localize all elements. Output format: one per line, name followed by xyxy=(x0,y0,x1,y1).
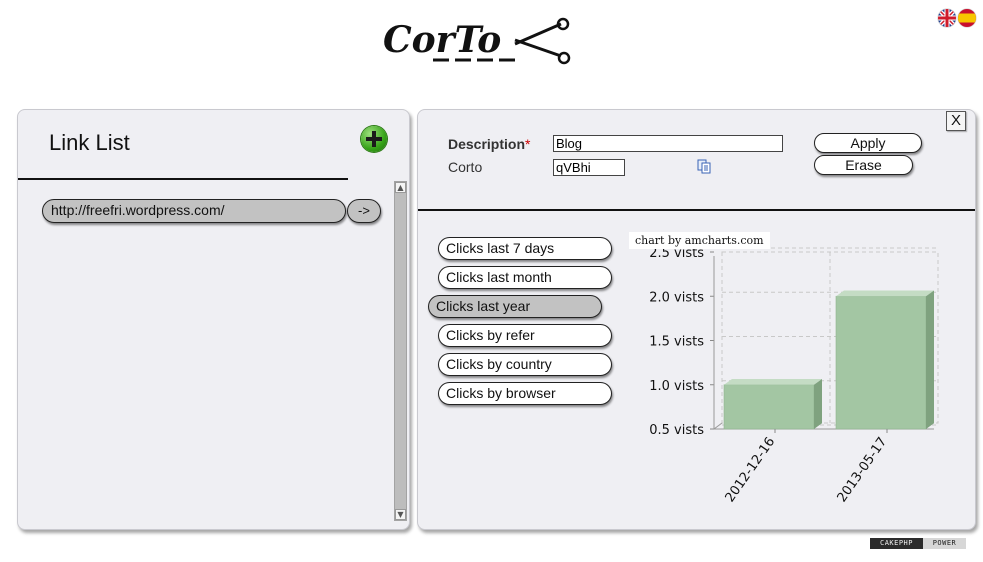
y-tick-label: 1.5 vists xyxy=(649,335,704,350)
stat-button-by-refer[interactable]: Clicks by refer xyxy=(438,324,612,347)
axis-depth xyxy=(713,422,723,430)
stat-button-by-country[interactable]: Clicks by country xyxy=(438,353,612,376)
bar xyxy=(835,295,927,430)
corto-label: Corto xyxy=(448,159,483,175)
stat-button-last-year[interactable]: Clicks last year xyxy=(428,295,602,318)
stat-button-by-browser[interactable]: Clicks by browser xyxy=(438,382,612,405)
bar-side xyxy=(814,379,822,429)
apply-button[interactable]: Apply xyxy=(814,133,922,153)
link-detail-panel: Description* Corto Apply Erase X Clicks … xyxy=(417,109,976,530)
chart-credit[interactable]: chart by amcharts.com xyxy=(629,232,770,249)
clicks-bar-chart: 0.5 vists1.0 vists1.5 vists2.0 vists2.5 … xyxy=(649,246,939,506)
link-go-button[interactable]: -> xyxy=(347,199,381,223)
x-tick-label: 2012-12-16 xyxy=(723,435,779,506)
scissors-icon xyxy=(514,17,571,65)
y-tick-label: 0.5 vists xyxy=(649,423,704,438)
bar-top xyxy=(724,379,822,385)
y-tick-label: 2.0 vists xyxy=(649,290,704,305)
y-tick-label: 1.0 vists xyxy=(649,379,704,394)
divider xyxy=(18,178,348,180)
scroll-up-icon[interactable]: ▲ xyxy=(395,182,406,193)
copy-icon[interactable] xyxy=(697,159,712,174)
scrollbar[interactable]: ▲ ▼ xyxy=(394,181,407,521)
bar-side xyxy=(926,290,934,429)
link-list-panel: Link List http://freefri.wordpress.com/ … xyxy=(17,109,410,530)
logo-text: CorTo xyxy=(383,19,501,61)
divider xyxy=(418,209,975,211)
corto-logo: CorTo xyxy=(383,16,578,72)
cakephp-power-badge[interactable]: CAKEPHP POWER xyxy=(870,538,966,549)
erase-button[interactable]: Erase xyxy=(814,155,913,175)
panel-title: Link List xyxy=(49,130,130,155)
bar-top xyxy=(836,290,934,297)
x-tick-label: 2013-05-17 xyxy=(835,435,891,506)
corto-input[interactable] xyxy=(553,159,625,176)
stat-button-last-month[interactable]: Clicks last month xyxy=(438,266,612,289)
close-button[interactable]: X xyxy=(946,111,966,131)
badge-left: CAKEPHP xyxy=(870,538,923,549)
stat-button-last-7-days[interactable]: Clicks last 7 days xyxy=(438,237,612,260)
badge-right: POWER xyxy=(923,538,966,549)
spanish-flag-icon[interactable] xyxy=(958,9,976,27)
description-label: Description* xyxy=(448,136,531,152)
bar xyxy=(723,384,815,430)
scroll-down-icon[interactable]: ▼ xyxy=(395,509,406,520)
english-flag-icon[interactable] xyxy=(938,9,956,27)
required-mark: * xyxy=(525,136,531,152)
add-link-button[interactable] xyxy=(361,126,387,152)
link-item[interactable]: http://freefri.wordpress.com/ xyxy=(42,199,346,223)
description-input[interactable] xyxy=(553,135,783,152)
